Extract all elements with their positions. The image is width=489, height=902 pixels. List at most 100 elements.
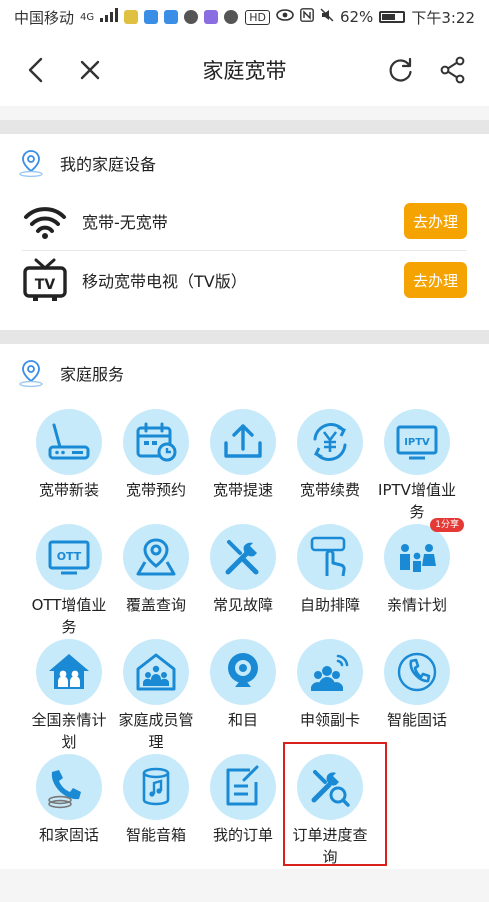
calendar-clock-icon: [136, 422, 177, 462]
service-family-members[interactable]: 家庭成员管理: [112, 639, 200, 753]
tv-apply-button[interactable]: 去办理: [404, 262, 467, 298]
tv-icon-label: TV: [35, 277, 56, 293]
service-label: 宽带提速: [212, 481, 273, 499]
refresh-button[interactable]: [381, 50, 421, 90]
device-name: 移动宽带电视（TV版）: [82, 272, 247, 291]
devices-section: 我的家庭设备 宽带-无宽带 去办理 TV 移动宽带电视（TV版） 去办理: [0, 134, 489, 330]
devices-section-header: 我的家庭设备: [0, 134, 489, 192]
phone-ring-icon: [397, 652, 437, 692]
close-icon: [80, 60, 100, 80]
service-label: 和家固话: [38, 826, 99, 844]
service-faq[interactable]: 常见故障: [199, 524, 287, 616]
service-broadband-speedup[interactable]: 宽带提速: [199, 409, 287, 501]
service-sub-card[interactable]: 申领副卡: [286, 639, 374, 731]
service-label: OTT增值业务: [31, 596, 107, 636]
service-label: 订单进度查询: [292, 826, 368, 866]
status-bar: 中国移动 4G HD 62% 下午3:22: [0, 0, 489, 34]
mute-icon: [320, 8, 334, 26]
map-pin-icon: [136, 538, 176, 576]
broadband-apply-button[interactable]: 去办理: [404, 203, 467, 239]
hd-badge: HD: [245, 9, 270, 25]
service-label: 亲情计划: [386, 596, 447, 614]
service-order-progress[interactable]: 订单进度查询: [286, 754, 374, 868]
message-icon: [224, 10, 239, 24]
tap-hand-icon: [310, 536, 346, 577]
service-hejia-phone[interactable]: 和家固话: [25, 754, 113, 846]
service-broadband-new[interactable]: 宽带新装: [25, 409, 113, 501]
service-broadband-renew[interactable]: 宽带续费: [286, 409, 374, 501]
devices-section-title: 我的家庭设备: [60, 155, 157, 174]
nav-bar: 家庭宽带: [0, 34, 489, 106]
battery-percent: 62%: [339, 8, 374, 26]
service-label: IPTV增值业务: [378, 481, 456, 521]
share-icon: [440, 56, 465, 84]
service-smart-speaker[interactable]: 智能音箱: [112, 754, 200, 846]
upload-icon: [224, 424, 262, 458]
close-button[interactable]: [70, 50, 110, 90]
wechat-icon: [184, 10, 199, 24]
share-button[interactable]: [433, 50, 473, 90]
service-label: 家庭成员管理: [118, 711, 194, 751]
family-icon: [400, 544, 436, 572]
battery-icon: [379, 11, 406, 23]
wifi-icon: [24, 207, 66, 239]
tv-icon: TV: [23, 258, 67, 301]
device-row-broadband: 宽带-无宽带 去办理: [22, 192, 467, 250]
service-label: 智能音箱: [125, 826, 186, 844]
service-my-orders[interactable]: 我的订单: [199, 754, 287, 846]
tools-icon: [225, 540, 259, 575]
nfc-icon: [300, 8, 314, 26]
service-label: 申领副卡: [299, 711, 360, 729]
section-divider: [0, 120, 489, 134]
section-divider: [0, 330, 489, 344]
services-section-title: 家庭服务: [60, 365, 125, 384]
tools-search-icon: [311, 770, 350, 807]
services-section: 家庭服务 宽带新装 宽带预约 宽带提速 宽带续费 IPTV IPTV增值业务 O…: [0, 344, 489, 869]
service-label: 宽带预约: [125, 481, 186, 499]
order-edit-icon: [226, 765, 259, 806]
service-label: 我的订单: [212, 826, 273, 844]
iptv-icon-label: IPTV: [404, 437, 430, 448]
speaker-icon: [142, 767, 170, 806]
services-grid: 宽带新装 宽带预约 宽带提速 宽带续费 IPTV IPTV增值业务 OTT OT…: [0, 402, 489, 902]
clock: 下午3:22: [411, 8, 475, 27]
app-notification-icon: [164, 10, 179, 24]
service-label: 智能固话: [386, 711, 447, 729]
service-coverage[interactable]: 覆盖查询: [112, 524, 200, 616]
family-house-icon: [49, 654, 89, 689]
chevron-left-icon: [28, 57, 43, 83]
yuan-cycle-icon: [313, 423, 347, 461]
service-iptv[interactable]: IPTV IPTV增值业务: [373, 409, 461, 523]
service-label: 全国亲情计划: [31, 711, 107, 751]
back-button[interactable]: [16, 50, 56, 90]
location-pin-icon: [19, 150, 43, 178]
service-national-family-plan[interactable]: 全国亲情计划: [25, 639, 113, 753]
camera-icon: [228, 653, 258, 687]
app-notification-icon: [144, 10, 159, 24]
services-section-header: 家庭服务: [0, 344, 489, 402]
service-family-plan[interactable]: 1分享 亲情计划: [373, 518, 464, 616]
refresh-icon: [389, 57, 412, 82]
share-badge: 1分享: [430, 518, 464, 532]
service-label: 宽带续费: [299, 481, 360, 499]
service-hemu[interactable]: 和目: [199, 639, 287, 731]
network-indicator: 4G: [80, 11, 95, 23]
service-label: 宽带新装: [38, 481, 99, 499]
iptv-screen-icon: IPTV: [396, 425, 438, 460]
service-label: 自助排障: [299, 596, 360, 614]
service-smart-phone[interactable]: 智能固话: [373, 639, 461, 731]
service-self-troubleshoot[interactable]: 自助排障: [286, 524, 374, 616]
app-notification-icon: [204, 10, 219, 24]
router-icon: [48, 423, 90, 460]
carrier-label: 中国移动: [14, 8, 75, 27]
service-label: 和目: [227, 711, 258, 729]
service-broadband-booking[interactable]: 宽带预约: [112, 409, 200, 501]
ott-icon-label: OTT: [57, 550, 82, 563]
signal-icon: [100, 8, 119, 26]
eye-icon: [276, 8, 294, 26]
home-members-icon: [136, 653, 176, 691]
ott-screen-icon: OTT: [48, 540, 90, 575]
group-signal-icon: [311, 654, 349, 691]
service-ott[interactable]: OTT OTT增值业务: [25, 524, 113, 638]
location-pin-icon: [19, 360, 43, 388]
